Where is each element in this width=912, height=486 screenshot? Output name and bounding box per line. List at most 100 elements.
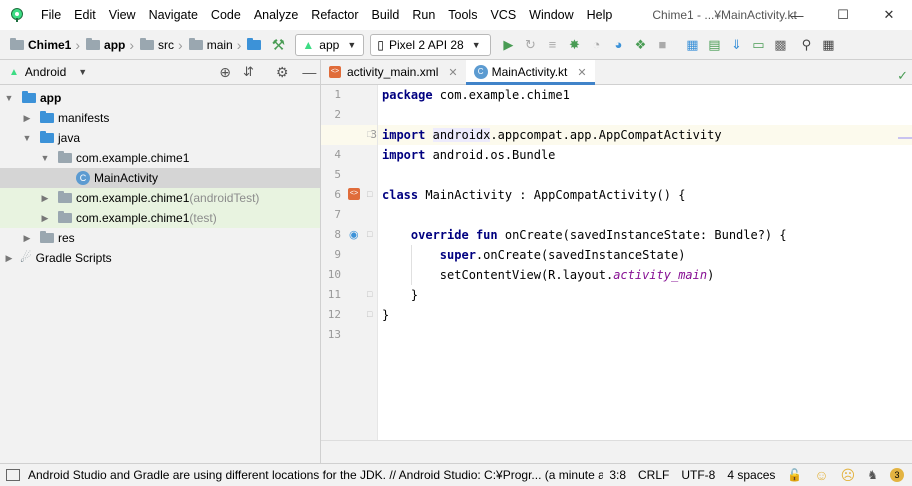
tab-activity-main-xml[interactable]: <> activity_main.xml ✕ bbox=[321, 60, 466, 84]
gear-icon[interactable]: ⚙ bbox=[276, 64, 289, 81]
menu-analyze[interactable]: Analyze bbox=[247, 8, 304, 22]
folder-icon bbox=[247, 37, 262, 50]
code-editor[interactable]: package com.example.chime1 import androi… bbox=[378, 85, 912, 441]
locate-target-icon[interactable]: ⊕ bbox=[219, 64, 231, 81]
menu-window[interactable]: Window bbox=[522, 8, 579, 22]
fold-marker-icon[interactable]: □ bbox=[367, 189, 372, 199]
layout-inspector-icon[interactable]: ▩ bbox=[769, 34, 791, 56]
profile-icon[interactable]: ◔ bbox=[585, 34, 607, 56]
feedback-happy-icon[interactable]: ☺ bbox=[814, 467, 828, 483]
apply-code-changes-icon[interactable]: ≡ bbox=[541, 34, 563, 56]
make-project-hammer-icon[interactable]: ⚒ bbox=[267, 34, 289, 56]
tree-node-package-test[interactable]: ▶ com.example.chime1 (test) bbox=[0, 208, 320, 228]
expand-arrow-icon[interactable]: ▼ bbox=[4, 93, 14, 103]
tab-mainactivity-kt[interactable]: C MainActivity.kt ✕ bbox=[465, 60, 595, 85]
ide-layout-icon[interactable]: ▦ bbox=[817, 34, 839, 56]
lock-icon[interactable]: 🔓 bbox=[787, 468, 802, 482]
coverage-icon[interactable]: ❖ bbox=[629, 34, 651, 56]
folder-blue-icon[interactable] bbox=[245, 34, 267, 56]
tree-node-package-androidtest[interactable]: ▶ com.example.chime1 (androidTest) bbox=[0, 188, 320, 208]
menu-edit[interactable]: Edit bbox=[67, 8, 102, 22]
indent-setting[interactable]: 4 spaces bbox=[727, 468, 775, 482]
tree-node-label: com.example.chime1 bbox=[76, 211, 190, 225]
breadcrumb-main[interactable]: main › bbox=[188, 37, 246, 53]
attach-debugger-icon[interactable]: ◕ bbox=[607, 34, 629, 56]
tree-node-label: res bbox=[58, 231, 75, 245]
tree-node-package[interactable]: ▼ com.example.chime1 bbox=[0, 148, 320, 168]
device-manager-icon[interactable]: ▭ bbox=[747, 34, 769, 56]
close-icon[interactable]: ✕ bbox=[866, 0, 912, 30]
expand-arrow-icon[interactable]: ▼ bbox=[40, 153, 50, 163]
caret-position[interactable]: 3:8 bbox=[609, 468, 626, 482]
fold-marker-icon[interactable]: □ bbox=[367, 289, 372, 299]
feedback-sad-icon[interactable]: ☹ bbox=[841, 467, 856, 484]
tree-node-java[interactable]: ▼ java bbox=[0, 128, 320, 148]
hide-panel-icon[interactable]: — bbox=[302, 64, 316, 80]
apply-changes-icon[interactable]: ↻ bbox=[519, 34, 541, 56]
fold-marker-icon[interactable]: □ bbox=[367, 229, 372, 239]
menu-code[interactable]: Code bbox=[204, 8, 247, 22]
tree-node-gradle-scripts[interactable]: ▶ ☄ Gradle Scripts bbox=[0, 248, 320, 268]
run-config-select[interactable]: ▲ app ▼ bbox=[295, 33, 365, 56]
device-phone-icon: ▯ bbox=[377, 37, 385, 52]
notifications-badge[interactable]: 3 bbox=[890, 468, 904, 482]
menu-refactor[interactable]: Refactor bbox=[304, 8, 364, 22]
run-icon[interactable]: ▶ bbox=[497, 34, 519, 56]
close-tab-icon[interactable]: ✕ bbox=[448, 66, 457, 79]
fold-marker-icon[interactable]: □ bbox=[367, 309, 372, 319]
menu-run[interactable]: Run bbox=[405, 8, 441, 22]
menu-build[interactable]: Build bbox=[365, 8, 406, 22]
code-line-3: import androidx.appcompat.app.AppCompatA… bbox=[382, 125, 722, 145]
override-marker-icon[interactable]: ◉ bbox=[349, 228, 359, 241]
collapsed-arrow-icon[interactable]: ▶ bbox=[4, 253, 14, 264]
device-label: Pixel 2 API 28 bbox=[389, 37, 464, 52]
search-icon[interactable]: ⚲ bbox=[795, 34, 817, 56]
tree-node-res[interactable]: ▶ res bbox=[0, 228, 320, 248]
device-select[interactable]: ▯ Pixel 2 API 28 ▼ bbox=[370, 33, 492, 56]
breadcrumb-app[interactable]: app › bbox=[86, 37, 138, 53]
sync-gradle-icon[interactable]: ▦ bbox=[681, 34, 703, 56]
close-tab-icon[interactable]: ✕ bbox=[577, 66, 586, 79]
folder-icon bbox=[188, 37, 203, 50]
menu-tools[interactable]: Tools bbox=[441, 8, 483, 22]
collapsed-arrow-icon[interactable]: ▶ bbox=[22, 233, 32, 244]
sdk-manager-icon[interactable]: ⇓ bbox=[725, 34, 747, 56]
breadcrumb-project[interactable]: Chime1 › bbox=[10, 37, 84, 53]
chevron-down-icon[interactable]: ▼ bbox=[78, 67, 87, 77]
collapsed-arrow-icon[interactable]: ▶ bbox=[22, 113, 32, 124]
expand-arrow-icon[interactable]: ▼ bbox=[22, 133, 32, 143]
minimize-icon[interactable]: — bbox=[774, 0, 820, 30]
stop-icon[interactable]: ■ bbox=[651, 34, 673, 56]
line-separator[interactable]: CRLF bbox=[638, 468, 669, 482]
menu-view[interactable]: View bbox=[102, 8, 142, 22]
menu-file[interactable]: File bbox=[34, 8, 67, 22]
menu-vcs[interactable]: VCS bbox=[483, 8, 522, 22]
collapse-all-icon[interactable]: ⇵ bbox=[243, 64, 254, 80]
debug-icon[interactable]: ✸ bbox=[563, 34, 585, 56]
breadcrumb-src[interactable]: src › bbox=[140, 37, 187, 53]
tree-node-mainactivity[interactable]: C MainActivity bbox=[0, 168, 320, 188]
maximize-icon[interactable]: ☐ bbox=[820, 0, 866, 30]
horizontal-scroll-area[interactable] bbox=[321, 440, 912, 463]
inspector-icon[interactable]: ♞ bbox=[867, 468, 878, 482]
code-line-6: class MainActivity : AppCompatActivity()… bbox=[382, 185, 685, 205]
menu-help[interactable]: Help bbox=[580, 8, 619, 22]
line-number-gutter: 1 2 3 4 5 6 7 8 9 10 11 12 13 <> ◉ □ □ □… bbox=[321, 85, 378, 441]
project-view-mode[interactable]: Android bbox=[25, 65, 66, 79]
tree-node-suffix: (androidTest) bbox=[189, 191, 260, 205]
tree-node-manifests[interactable]: ▶ manifests bbox=[0, 108, 320, 128]
highlighted-identifier: androidx bbox=[432, 128, 491, 142]
collapsed-arrow-icon[interactable]: ▶ bbox=[40, 193, 50, 204]
file-encoding[interactable]: UTF-8 bbox=[681, 468, 715, 482]
status-message[interactable]: Android Studio and Gradle are using diff… bbox=[28, 468, 603, 482]
no-problems-check-icon[interactable]: ✓ bbox=[897, 68, 908, 84]
line-number: 7 bbox=[334, 208, 341, 221]
related-layout-icon[interactable]: <> bbox=[348, 188, 360, 200]
tree-node-app[interactable]: ▼ app bbox=[0, 88, 320, 108]
collapsed-arrow-icon[interactable]: ▶ bbox=[40, 213, 50, 224]
avd-manager-icon[interactable]: ▤ bbox=[703, 34, 725, 56]
code-line-1: package com.example.chime1 bbox=[382, 85, 570, 105]
tool-windows-toggle-icon[interactable] bbox=[6, 469, 20, 481]
menu-navigate[interactable]: Navigate bbox=[142, 8, 204, 22]
fold-marker-icon[interactable]: □ bbox=[367, 129, 372, 139]
